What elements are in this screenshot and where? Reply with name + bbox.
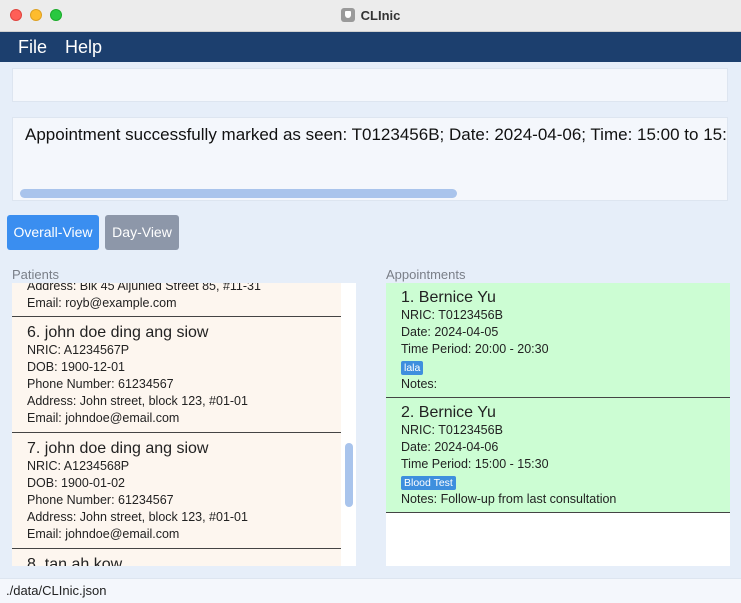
appointment-nric: NRIC: T0123456B: [401, 423, 503, 437]
day-view-button[interactable]: Day-View: [105, 215, 179, 250]
status-bar: ./data/CLInic.json: [0, 578, 741, 603]
patient-dob: DOB: 1900-01-02: [27, 476, 125, 490]
appointment-patient-name: 2. Bernice Yu: [401, 404, 496, 421]
appointment-notes: Notes:: [401, 377, 438, 391]
patient-name: 7. john doe ding ang siow: [27, 440, 209, 457]
menu-bar: File Help: [0, 32, 741, 62]
appointments-label: Appointments: [386, 267, 466, 282]
appointment-time: Time Period: 15:00 - 15:30: [401, 457, 549, 471]
title-bar: CLInic: [0, 0, 741, 32]
list-item[interactable]: Address: Blk 45 Aljunied Street 85, #11-…: [12, 283, 341, 317]
patient-dob: DOB: 1900-12-01: [27, 360, 125, 374]
appointment-patient-name: 1. Bernice Yu: [401, 289, 496, 306]
patient-email: Email: johndoe@email.com: [27, 527, 180, 541]
list-item[interactable]: 6. john doe ding ang siow NRIC: A1234567…: [12, 317, 341, 433]
patient-email: Email: johndoe@email.com: [27, 411, 180, 425]
menu-help[interactable]: Help: [65, 37, 102, 58]
appointment-notes: Notes: Follow-up from last consultation: [401, 492, 617, 506]
window-title: CLInic: [360, 8, 401, 23]
list-item[interactable]: 8. tan ah kow: [12, 549, 341, 566]
appointment-nric: NRIC: T0123456B: [401, 308, 503, 322]
app-icon: [340, 8, 355, 22]
appointment-date: Date: 2024-04-06: [401, 440, 499, 454]
appointment-date: Date: 2024-04-05: [401, 325, 499, 339]
list-item[interactable]: 1. Bernice Yu NRIC: T0123456B Date: 2024…: [386, 283, 730, 398]
patient-phone: Phone Number: 61234567: [27, 377, 174, 391]
patient-name: 8. tan ah kow: [27, 556, 123, 566]
patient-email: Email: royb@example.com: [27, 296, 177, 310]
overall-view-button[interactable]: Overall-View: [7, 215, 99, 250]
appointment-tag: Blood Test: [401, 476, 456, 490]
data-file-path: ./data/CLInic.json: [6, 583, 107, 598]
result-message: Appointment successfully marked as seen:…: [25, 125, 728, 144]
result-display: Appointment successfully marked as seen:…: [12, 117, 728, 201]
patient-nric: NRIC: A1234567P: [27, 343, 130, 357]
appointment-tag: lala: [401, 361, 424, 375]
vertical-scrollbar[interactable]: [345, 443, 353, 507]
window-title-area: CLInic: [0, 8, 741, 23]
patient-address: Address: Blk 45 Aljunied Street 85, #11-…: [27, 283, 261, 293]
list-item[interactable]: 2. Bernice Yu NRIC: T0123456B Date: 2024…: [386, 398, 730, 513]
patient-address: Address: John street, block 123, #01-01: [27, 394, 248, 408]
horizontal-scrollbar[interactable]: [20, 189, 457, 198]
patient-address: Address: John street, block 123, #01-01: [27, 510, 248, 524]
list-item[interactable]: 7. john doe ding ang siow NRIC: A1234568…: [12, 433, 341, 549]
main-content: Appointment successfully marked as seen:…: [0, 62, 741, 578]
patient-phone: Phone Number: 61234567: [27, 493, 174, 507]
command-input[interactable]: [12, 68, 728, 102]
patients-label: Patients: [12, 267, 59, 282]
patient-name: 6. john doe ding ang siow: [27, 324, 209, 341]
appointment-time: Time Period: 20:00 - 20:30: [401, 342, 549, 356]
menu-file[interactable]: File: [18, 37, 47, 58]
patient-list[interactable]: Address: Blk 45 Aljunied Street 85, #11-…: [12, 283, 356, 566]
appointment-list[interactable]: 1. Bernice Yu NRIC: T0123456B Date: 2024…: [386, 283, 730, 566]
patient-nric: NRIC: A1234568P: [27, 459, 130, 473]
